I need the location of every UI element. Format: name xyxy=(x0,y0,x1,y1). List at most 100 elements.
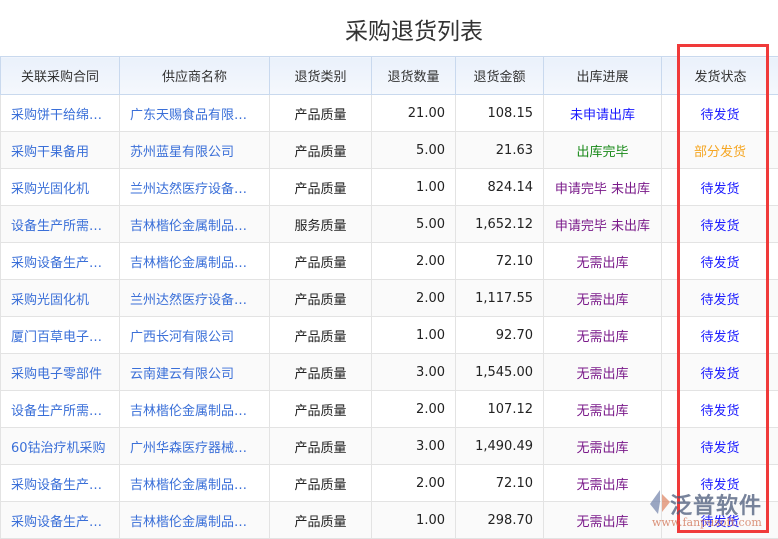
contract-link[interactable]: 采购干果备用 xyxy=(1,132,120,169)
header-amount[interactable]: 退货金额 xyxy=(456,57,544,95)
progress-cell: 出库完毕 xyxy=(544,132,662,169)
amount-cell: 107.12 xyxy=(456,391,544,428)
amount-cell: 108.15 xyxy=(456,95,544,132)
qty-cell: 2.00 xyxy=(372,280,456,317)
status-cell: 待发货 xyxy=(662,391,778,428)
amount-cell: 1,117.55 xyxy=(456,280,544,317)
category-cell: 产品质量 xyxy=(270,391,372,428)
supplier-link[interactable]: 兰州达然医疗设备有限公司 xyxy=(120,169,270,206)
supplier-link[interactable]: 广东天赐食品有限公司 xyxy=(120,95,270,132)
contract-link[interactable]: 采购电子零部件 xyxy=(1,354,120,391)
contract-link[interactable]: 设备生产所需材料采购 xyxy=(1,206,120,243)
supplier-link[interactable]: 吉林楷伦金属制品有限公司 xyxy=(120,206,270,243)
status-cell: 待发货 xyxy=(662,465,778,502)
amount-cell: 824.14 xyxy=(456,169,544,206)
table-row[interactable]: 采购设备生产材料吉林楷伦金属制品有限公司产品质量2.0072.10无需出库待发货 xyxy=(1,243,778,280)
status-cell: 待发货 xyxy=(662,206,778,243)
status-cell: 待发货 xyxy=(662,317,778,354)
table-header: 关联采购合同 供应商名称 退货类别 退货数量 退货金额 出库进展 发货状态 xyxy=(1,57,778,95)
header-progress[interactable]: 出库进展 xyxy=(544,57,662,95)
header-qty[interactable]: 退货数量 xyxy=(372,57,456,95)
amount-cell: 92.70 xyxy=(456,317,544,354)
table-row[interactable]: 采购电子零部件云南建云有限公司产品质量3.001,545.00无需出库待发货 xyxy=(1,354,778,391)
table-row[interactable]: 采购光固化机兰州达然医疗设备有限公司产品质量1.00824.14申请完毕 未出库… xyxy=(1,169,778,206)
contract-link[interactable]: 采购设备生产材料 xyxy=(1,465,120,502)
category-cell: 产品质量 xyxy=(270,502,372,539)
table-row[interactable]: 设备生产所需材料采购吉林楷伦金属制品有限公司服务质量5.001,652.12申请… xyxy=(1,206,778,243)
category-cell: 产品质量 xyxy=(270,354,372,391)
contract-link[interactable]: 采购光固化机 xyxy=(1,280,120,317)
contract-link[interactable]: 60钴治疗机采购 xyxy=(1,428,120,465)
amount-cell: 72.10 xyxy=(456,243,544,280)
table-row[interactable]: 厦门百草电子元件采购广西长河有限公司产品质量1.0092.70无需出库待发货 xyxy=(1,317,778,354)
qty-cell: 5.00 xyxy=(372,132,456,169)
supplier-link[interactable]: 吉林楷伦金属制品有限公司 xyxy=(120,243,270,280)
progress-cell: 申请完毕 未出库 xyxy=(544,206,662,243)
contract-link[interactable]: 设备生产所需材料采购 xyxy=(1,391,120,428)
status-cell: 待发货 xyxy=(662,428,778,465)
contract-link[interactable]: 采购设备生产材料 xyxy=(1,502,120,539)
supplier-link[interactable]: 吉林楷伦金属制品有限公司 xyxy=(120,391,270,428)
page-title: 采购退货列表 xyxy=(0,12,778,46)
table-row[interactable]: 采购干果备用苏州蓝星有限公司产品质量5.0021.63出库完毕部分发货 xyxy=(1,132,778,169)
qty-cell: 3.00 xyxy=(372,428,456,465)
progress-cell: 无需出库 xyxy=(544,465,662,502)
supplier-link[interactable]: 广西长河有限公司 xyxy=(120,317,270,354)
progress-cell: 无需出库 xyxy=(544,354,662,391)
amount-cell: 1,652.12 xyxy=(456,206,544,243)
contract-link[interactable]: 采购饼干给绵阳分公司 xyxy=(1,95,120,132)
header-category[interactable]: 退货类别 xyxy=(270,57,372,95)
header-supplier[interactable]: 供应商名称 xyxy=(120,57,270,95)
progress-cell: 无需出库 xyxy=(544,428,662,465)
status-cell: 待发货 xyxy=(662,280,778,317)
table-row[interactable]: 设备生产所需材料采购吉林楷伦金属制品有限公司产品质量2.00107.12无需出库… xyxy=(1,391,778,428)
contract-link[interactable]: 采购设备生产材料 xyxy=(1,243,120,280)
qty-cell: 1.00 xyxy=(372,169,456,206)
table-row[interactable]: 采购设备生产材料吉林楷伦金属制品有限公司产品质量1.00298.70无需出库待发… xyxy=(1,502,778,539)
amount-cell: 298.70 xyxy=(456,502,544,539)
qty-cell: 1.00 xyxy=(372,317,456,354)
status-cell: 待发货 xyxy=(662,95,778,132)
table-row[interactable]: 采购饼干给绵阳分公司广东天赐食品有限公司产品质量21.00108.15未申请出库… xyxy=(1,95,778,132)
category-cell: 产品质量 xyxy=(270,243,372,280)
category-cell: 产品质量 xyxy=(270,169,372,206)
category-cell: 产品质量 xyxy=(270,317,372,354)
supplier-link[interactable]: 云南建云有限公司 xyxy=(120,354,270,391)
supplier-link[interactable]: 兰州达然医疗设备有限公司 xyxy=(120,280,270,317)
amount-cell: 1,545.00 xyxy=(456,354,544,391)
supplier-link[interactable]: 吉林楷伦金属制品有限公司 xyxy=(120,502,270,539)
category-cell: 服务质量 xyxy=(270,206,372,243)
progress-cell: 无需出库 xyxy=(544,280,662,317)
category-cell: 产品质量 xyxy=(270,428,372,465)
category-cell: 产品质量 xyxy=(270,280,372,317)
qty-cell: 2.00 xyxy=(372,465,456,502)
status-cell: 待发货 xyxy=(662,169,778,206)
amount-cell: 1,490.49 xyxy=(456,428,544,465)
amount-cell: 72.10 xyxy=(456,465,544,502)
status-cell: 待发货 xyxy=(662,502,778,539)
header-contract[interactable]: 关联采购合同 xyxy=(1,57,120,95)
status-cell: 待发货 xyxy=(662,243,778,280)
category-cell: 产品质量 xyxy=(270,132,372,169)
header-status[interactable]: 发货状态 xyxy=(662,57,778,95)
qty-cell: 2.00 xyxy=(372,243,456,280)
progress-cell: 无需出库 xyxy=(544,391,662,428)
progress-cell: 无需出库 xyxy=(544,502,662,539)
return-list-table: 关联采购合同 供应商名称 退货类别 退货数量 退货金额 出库进展 发货状态 采购… xyxy=(0,56,778,539)
status-cell: 待发货 xyxy=(662,354,778,391)
table-row[interactable]: 采购光固化机兰州达然医疗设备有限公司产品质量2.001,117.55无需出库待发… xyxy=(1,280,778,317)
status-cell: 部分发货 xyxy=(662,132,778,169)
supplier-link[interactable]: 苏州蓝星有限公司 xyxy=(120,132,270,169)
table-row[interactable]: 60钴治疗机采购广州华森医疗器械有限公司产品质量3.001,490.49无需出库… xyxy=(1,428,778,465)
category-cell: 产品质量 xyxy=(270,95,372,132)
progress-cell: 无需出库 xyxy=(544,317,662,354)
contract-link[interactable]: 采购光固化机 xyxy=(1,169,120,206)
amount-cell: 21.63 xyxy=(456,132,544,169)
supplier-link[interactable]: 广州华森医疗器械有限公司 xyxy=(120,428,270,465)
table-row[interactable]: 采购设备生产材料吉林楷伦金属制品有限公司产品质量2.0072.10无需出库待发货 xyxy=(1,465,778,502)
contract-link[interactable]: 厦门百草电子元件采购 xyxy=(1,317,120,354)
qty-cell: 21.00 xyxy=(372,95,456,132)
qty-cell: 2.00 xyxy=(372,391,456,428)
supplier-link[interactable]: 吉林楷伦金属制品有限公司 xyxy=(120,465,270,502)
qty-cell: 5.00 xyxy=(372,206,456,243)
